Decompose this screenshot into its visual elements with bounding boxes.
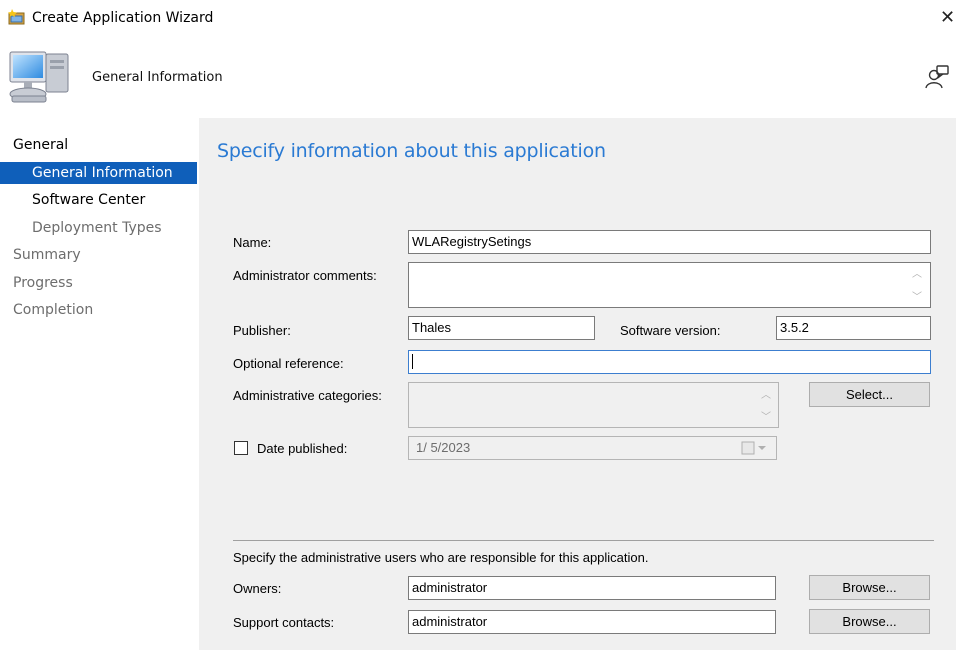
computer-icon <box>8 48 72 108</box>
help-person-icon[interactable] <box>924 64 950 90</box>
support-contacts-browse-button[interactable]: Browse... <box>809 609 930 634</box>
nav-item-progress[interactable]: Progress <box>0 272 197 294</box>
administrative-categories-label: Administrative categories: <box>233 388 382 403</box>
optional-reference-input[interactable] <box>408 350 931 374</box>
section-divider <box>233 540 934 541</box>
categories-scroll-up-icon: ︿ <box>761 390 771 401</box>
publisher-input[interactable]: Thales <box>408 316 595 340</box>
comments-scroll-down-icon[interactable]: ﹀ <box>910 288 924 303</box>
owners-description: Specify the administrative users who are… <box>233 550 649 565</box>
support-contacts-input[interactable]: administrator <box>408 610 776 634</box>
title-bar: Create Application Wizard ✕ <box>0 0 956 36</box>
wizard-nav: General General Information Software Cen… <box>0 118 198 650</box>
text-caret <box>412 354 413 369</box>
name-input[interactable]: WLARegistrySetings <box>408 230 931 254</box>
calendar-dropdown-icon <box>741 441 771 455</box>
name-label: Name: <box>233 235 272 250</box>
owners-browse-button[interactable]: Browse... <box>809 575 930 600</box>
nav-item-summary[interactable]: Summary <box>0 244 197 266</box>
owners-label: Owners: <box>233 581 282 596</box>
nav-item-general-information[interactable]: General Information <box>0 162 197 184</box>
software-version-input[interactable]: 3.5.2 <box>776 316 931 340</box>
administrator-comments-label: Administrator comments: <box>233 268 377 283</box>
categories-scroll-down-icon: ﹀ <box>761 412 771 423</box>
nav-item-deployment-types[interactable]: Deployment Types <box>0 217 197 239</box>
administrative-categories-list <box>408 382 779 428</box>
header-title: General Information <box>92 70 223 85</box>
comments-scroll-up-icon[interactable]: ︿ <box>910 265 924 280</box>
select-categories-button[interactable]: Select... <box>809 382 930 407</box>
support-contacts-label: Support contacts: <box>233 615 335 630</box>
date-published-checkbox[interactable] <box>234 441 248 455</box>
page-heading: Specify information about this applicati… <box>217 140 606 162</box>
date-published-picker: 1/ 5/2023 <box>408 436 777 460</box>
software-version-label: Software version: <box>620 323 721 338</box>
window-title: Create Application Wizard <box>32 10 214 26</box>
nav-item-completion[interactable]: Completion <box>0 299 197 321</box>
administrator-comments-input[interactable] <box>408 262 931 308</box>
optional-reference-label: Optional reference: <box>233 356 344 371</box>
publisher-label: Publisher: <box>233 323 291 338</box>
date-published-label: Date published: <box>257 441 348 456</box>
content-panel: Specify information about this applicati… <box>199 118 956 650</box>
wizard-header: General Information <box>0 36 956 118</box>
owners-input[interactable]: administrator <box>408 576 776 600</box>
nav-item-general[interactable]: General <box>0 134 210 156</box>
app-wizard-icon <box>8 8 26 26</box>
close-icon[interactable]: ✕ <box>940 8 955 26</box>
nav-item-software-center[interactable]: Software Center <box>0 189 197 211</box>
